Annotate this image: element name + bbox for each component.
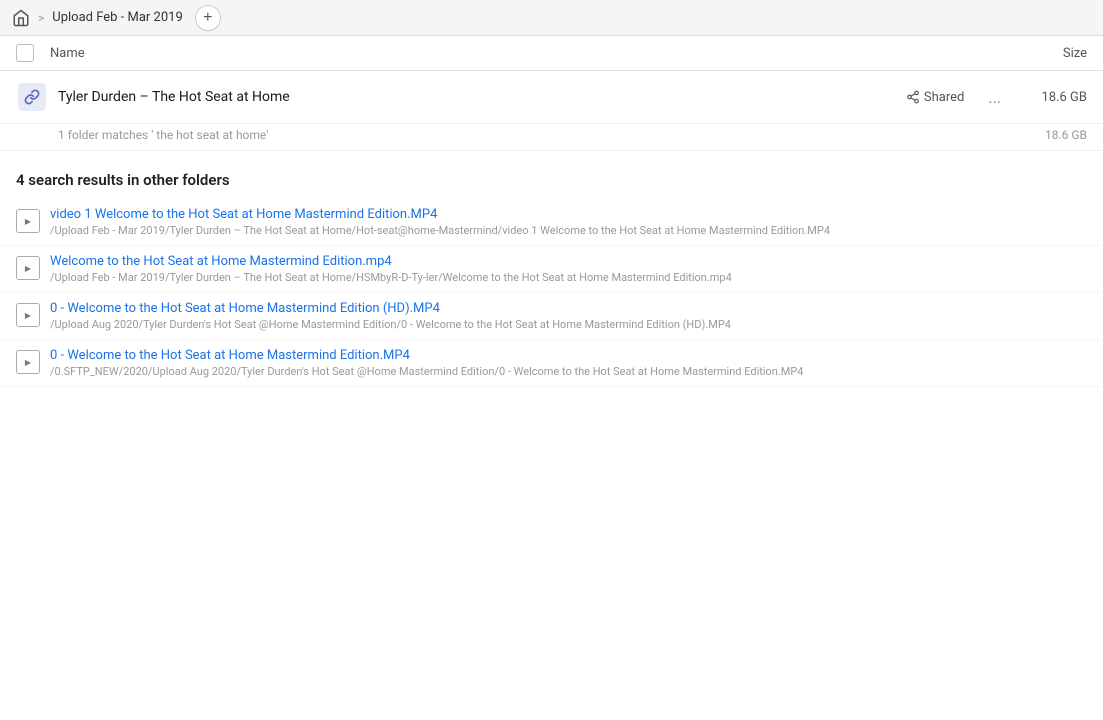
result-path: /0.SFTP_NEW/2020/Upload Aug 2020/Tyler D… [50, 365, 1087, 378]
shared-badge: Shared [906, 90, 964, 105]
result-text: Welcome to the Hot Seat at Home Mastermi… [50, 254, 1087, 284]
sub-info-row: 1 folder matches ' the hot seat at home'… [0, 124, 1103, 151]
search-results-list: video 1 Welcome to the Hot Seat at Home … [0, 199, 1103, 387]
shared-label: Shared [924, 90, 964, 105]
result-path: /Upload Feb - Mar 2019/Tyler Durden – Th… [50, 271, 1087, 284]
folder-row[interactable]: Tyler Durden – The Hot Seat at Home Shar… [0, 71, 1103, 124]
result-name: 0 - Welcome to the Hot Seat at Home Mast… [50, 348, 1087, 363]
sub-info-size: 18.6 GB [1045, 128, 1087, 142]
result-text: 0 - Welcome to the Hot Seat at Home Mast… [50, 348, 1087, 378]
result-item[interactable]: 0 - Welcome to the Hot Seat at Home Mast… [0, 293, 1103, 340]
folder-name[interactable]: Tyler Durden – The Hot Seat at Home [58, 89, 906, 105]
result-text: video 1 Welcome to the Hot Seat at Home … [50, 207, 1087, 237]
video-icon [16, 209, 40, 233]
more-options-button[interactable]: ... [980, 86, 1009, 109]
result-name: 0 - Welcome to the Hot Seat at Home Mast… [50, 301, 1087, 316]
add-button[interactable]: + [195, 5, 221, 31]
breadcrumb-title: Upload Feb - Mar 2019 [52, 10, 183, 25]
top-bar: > Upload Feb - Mar 2019 + [0, 0, 1103, 36]
result-text: 0 - Welcome to the Hot Seat at Home Mast… [50, 301, 1087, 331]
video-icon [16, 350, 40, 374]
size-column-header: Size [1007, 46, 1087, 61]
folder-match-info: 1 folder matches ' the hot seat at home' [58, 128, 268, 142]
folder-link-icon-wrap [16, 81, 48, 113]
home-button[interactable] [12, 9, 30, 27]
result-path: /Upload Feb - Mar 2019/Tyler Durden – Th… [50, 224, 1087, 237]
search-results-header: 4 search results in other folders [0, 151, 1103, 199]
result-name: video 1 Welcome to the Hot Seat at Home … [50, 207, 1087, 222]
select-all-checkbox[interactable] [16, 44, 34, 62]
result-item[interactable]: 0 - Welcome to the Hot Seat at Home Mast… [0, 340, 1103, 387]
breadcrumb-arrow: > [38, 11, 44, 25]
result-item[interactable]: Welcome to the Hot Seat at Home Mastermi… [0, 246, 1103, 293]
video-icon [16, 256, 40, 280]
result-name: Welcome to the Hot Seat at Home Mastermi… [50, 254, 1087, 269]
video-icon [16, 303, 40, 327]
folder-size: 18.6 GB [1017, 90, 1087, 105]
result-item[interactable]: video 1 Welcome to the Hot Seat at Home … [0, 199, 1103, 246]
column-header: Name Size [0, 36, 1103, 71]
name-column-header: Name [50, 46, 1007, 61]
result-path: /Upload Aug 2020/Tyler Durden's Hot Seat… [50, 318, 1087, 331]
folder-link-icon [18, 83, 46, 111]
